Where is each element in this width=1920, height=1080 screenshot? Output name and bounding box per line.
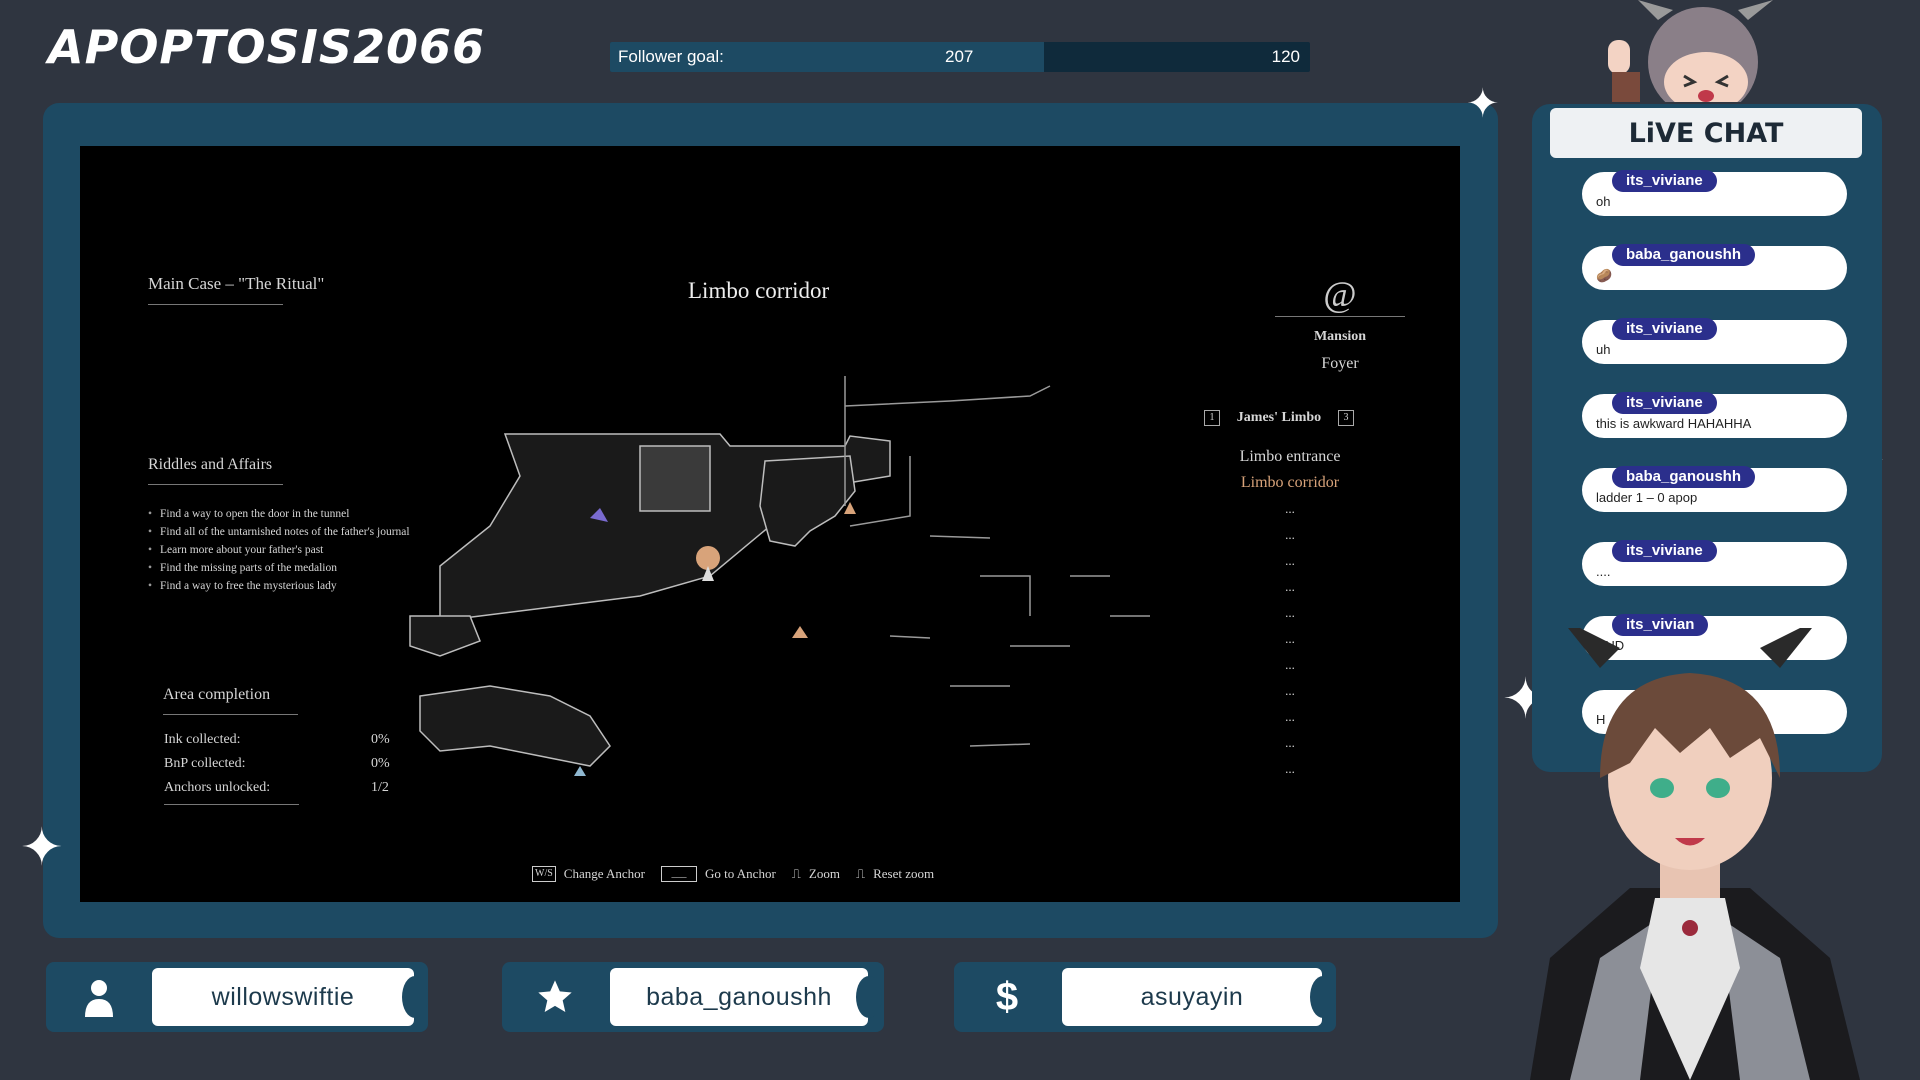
latest-follower-name: willowswiftie [152,968,428,1026]
area-map[interactable] [290,276,1290,836]
unknown-area: ... [1285,761,1295,776]
chat-message: oh its_viviane [1582,170,1847,244]
riddle-item: Find the missing parts of the medalion [148,562,410,574]
riddle-item: Find a way to free the mysterious lady [148,580,410,592]
subregion-name: Foyer [1321,355,1359,372]
latest-donation-name: asuyayin [1062,968,1336,1026]
ws-key-icon: W/S [532,866,556,882]
area-list: Limbo entrance Limbo corridor ... ... ..… [1215,444,1365,782]
stat-bnp: BnP collected: 0% [164,756,390,771]
divider [1275,316,1405,317]
riddle-item: Find all of the untarnished notes of the… [148,526,410,538]
unknown-area: ... [1285,683,1295,698]
user-icon [74,974,124,1020]
section-name: James' Limbo [1236,410,1322,425]
control-reset-zoom: ⎍ Reset zoom [855,866,935,881]
dollar-icon: $ [995,974,1019,1019]
chat-username[interactable]: its_viviane [1612,392,1717,414]
stat-ink: Ink collected: 0% [164,732,390,747]
riddle-item: Learn more about your father's past [148,544,410,556]
chat-username[interactable]: its_viviane [1612,170,1717,192]
unknown-area: ... [1285,605,1295,620]
chat-username[interactable]: its_vivian [1612,614,1709,636]
unknown-area: ... [1285,501,1295,516]
riddles-list: Find a way to open the door in the tunne… [148,508,410,598]
space-key-icon: ___ [661,866,698,882]
riddles-heading: Riddles and Affairs [148,456,283,485]
follower-goal-bar: Follower goal: 207 120 [610,42,1310,72]
unknown-area: ... [1285,631,1295,646]
area-item[interactable]: Limbo entrance [1215,444,1365,470]
sparkle-icon: ✦ [20,818,64,878]
donation-event: $ asuyayin [954,962,1336,1032]
stat-anchors: Anchors unlocked: 1/2 [164,780,389,795]
chat-message: uh its_viviane [1582,318,1847,392]
riddle-item: Find a way to open the door in the tunne… [148,508,410,520]
control-go-to-anchor: ___ Go to Anchor [661,866,776,882]
unknown-area: ... [1285,709,1295,724]
case-title: Main Case – "The Ritual" [148,274,324,305]
unknown-area: ... [1285,657,1295,672]
chat-message: .... its_viviane [1582,540,1847,614]
sparkle-icon: ✦ [1466,81,1500,127]
chat-title: LiVE CHAT [1550,108,1862,158]
chat-username[interactable]: baba_ganoushh [1612,466,1756,488]
follower-event: willowswiftie [46,962,428,1032]
chat-message: 🥔 baba_ganoushh [1582,244,1847,318]
chat-username[interactable]: baba_ganoushh [1612,244,1756,266]
region-panel: @ Mansion Foyer [1215,274,1460,373]
chat-message: ladder 1 – 0 apop baba_ganoushh [1582,466,1847,540]
follower-goal-current: 207 [945,47,974,66]
star-icon [530,974,580,1020]
chibi-avatar [1608,0,1773,102]
follower-goal-label: Follower goal: [618,47,724,66]
chat-username[interactable]: its_viviane [1612,318,1717,340]
latest-subscriber-name: baba_ganoushh [610,968,882,1026]
control-change-anchor: W/S Change Anchor [532,866,645,882]
unknown-area: ... [1285,579,1295,594]
channel-name: APOPTOSIS2066 [48,20,486,74]
prev-section-key[interactable]: 1 [1204,410,1220,426]
chat-message: this is awkward HAHAHHA its_viviane [1582,392,1847,466]
area-completion-heading: Area completion [163,686,298,715]
section-selector[interactable]: 1 James' Limbo 3 [1204,410,1354,426]
unknown-area: ... [1285,527,1295,542]
game-screen[interactable]: Main Case – "The Ritual" Limbo corridor … [80,146,1460,902]
controls-hint-bar: W/S Change Anchor ___ Go to Anchor ⎍ Zoo… [532,866,934,882]
vtuber-avatar [1530,628,1860,1080]
mouse-icon: ⎍ [855,866,866,881]
region-name: Mansion [1313,329,1367,344]
area-stats: Ink collected: 0% BnP collected: 0% Anchor… [164,732,394,805]
follower-goal-target: 120 [1271,47,1300,66]
next-section-key[interactable]: 3 [1337,410,1354,426]
spiral-icon: @ [1323,274,1357,314]
subscriber-event: baba_ganoushh [502,962,884,1032]
area-item-current[interactable]: Limbo corridor [1215,470,1365,496]
mouse-icon: ⎍ [791,866,801,881]
unknown-area: ... [1285,553,1295,568]
chat-username[interactable]: its_viviane [1612,540,1717,562]
location-title: Limbo corridor [688,278,830,303]
control-zoom: ⎍ Zoom [791,866,840,881]
unknown-area: ... [1285,735,1295,750]
